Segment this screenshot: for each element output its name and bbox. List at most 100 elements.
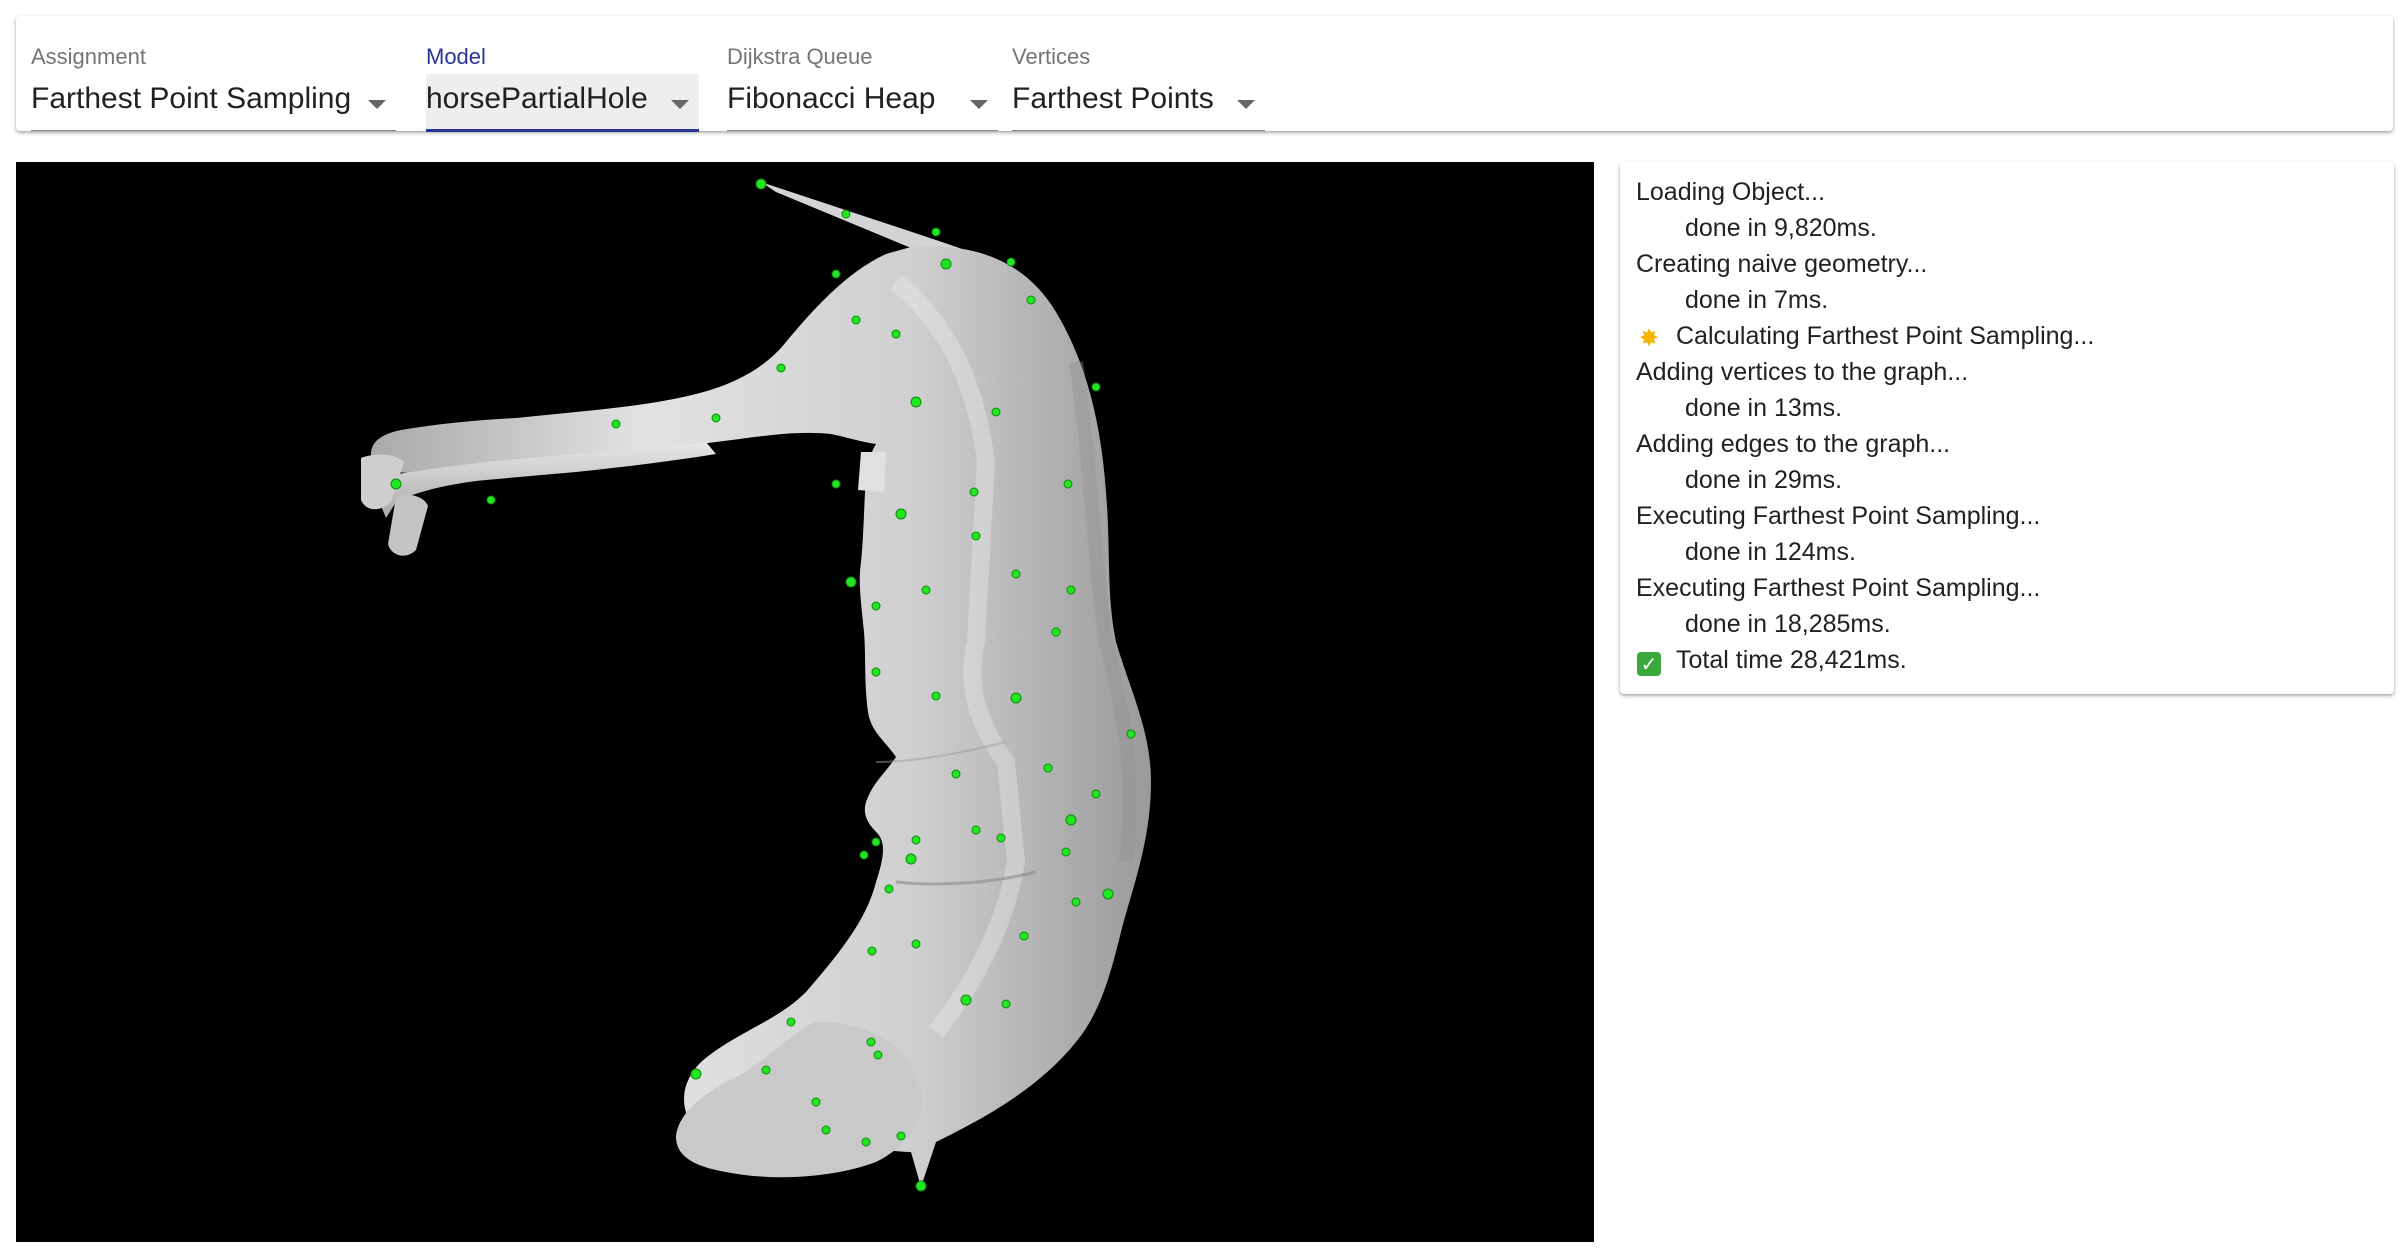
sample-point (895, 508, 907, 520)
chevron-down-icon[interactable] (368, 100, 386, 109)
log-line: done in 9,820ms. (1685, 214, 1877, 242)
sample-point (845, 576, 857, 588)
sample-point (1091, 789, 1101, 799)
log-line: Executing Farthest Point Sampling... (1636, 502, 2041, 530)
sample-point (1051, 627, 1061, 637)
log-line: done in 124ms. (1685, 538, 1856, 566)
log-line: ✓ Total time 28,421ms. (1636, 642, 1907, 678)
model-select[interactable]: Model horsePartialHole (426, 30, 699, 132)
sample-point (776, 363, 786, 373)
sample-point (871, 667, 881, 677)
log-line: done in 7ms. (1685, 286, 1829, 314)
sample-point (861, 1137, 871, 1147)
sample-point (831, 479, 841, 489)
sample-point (1091, 382, 1101, 392)
sample-point (867, 946, 877, 956)
sample-point (1061, 847, 1071, 857)
sample-point (873, 1050, 883, 1060)
sample-point (940, 258, 952, 270)
log-line: ✸ Calculating Farthest Point Sampling... (1636, 318, 2094, 354)
assignment-select[interactable]: Assignment Farthest Point Sampling (31, 30, 396, 131)
sample-point (690, 1068, 702, 1080)
vertices-value: Farthest Points (1012, 82, 1214, 115)
sample-point (911, 835, 921, 845)
horse-mesh (361, 182, 1151, 1187)
model-label: Model (426, 44, 486, 69)
log-line: done in 18,285ms. (1685, 610, 1891, 638)
sample-point (905, 853, 917, 865)
assignment-label: Assignment (31, 44, 146, 69)
sample-point (931, 691, 941, 701)
sample-point (866, 1037, 876, 1047)
sample-point (1043, 763, 1053, 773)
sample-point (1026, 295, 1036, 305)
sample-point (1001, 999, 1011, 1009)
sample-point (761, 1065, 771, 1075)
sample-point (931, 227, 941, 237)
vertices-select[interactable]: Vertices Farthest Points (1012, 30, 1265, 131)
sample-point (1066, 585, 1076, 595)
sample-point (1019, 931, 1029, 941)
sample-point (960, 994, 972, 1006)
assignment-underline (31, 130, 396, 131)
sample-point (921, 585, 931, 595)
toolbar: Assignment Farthest Point Sampling Model… (16, 16, 2393, 132)
dijkstra-queue-underline (727, 130, 998, 131)
sample-point (851, 315, 861, 325)
sample-point (871, 837, 881, 847)
mesh-head (676, 1022, 922, 1178)
sample-point (390, 478, 402, 490)
sample-point (1010, 692, 1022, 704)
chevron-down-icon[interactable] (671, 100, 689, 109)
log-panel: Loading Object... done in 9,820ms. Creat… (1620, 162, 2394, 694)
horse-mesh-render[interactable] (16, 162, 1594, 1242)
log-line: done in 13ms. (1685, 394, 1843, 422)
chevron-down-icon[interactable] (1237, 100, 1255, 109)
sample-point (786, 1017, 796, 1027)
sample-point (831, 269, 841, 279)
sample-point (486, 495, 496, 505)
dijkstra-queue-label: Dijkstra Queue (727, 44, 873, 69)
sample-point (859, 850, 869, 860)
sample-point (1011, 569, 1021, 579)
check-icon: ✓ (1636, 642, 1662, 678)
sample-point (971, 825, 981, 835)
sample-point (1063, 479, 1073, 489)
sample-point (1065, 814, 1077, 826)
sample-point (755, 178, 767, 190)
log-line: Adding edges to the graph... (1636, 430, 1951, 458)
sample-point (896, 1131, 906, 1141)
sample-point (969, 487, 979, 497)
chevron-down-icon[interactable] (970, 100, 988, 109)
sample-point (821, 1125, 831, 1135)
sample-point (884, 884, 894, 894)
vertices-underline (1012, 130, 1265, 131)
sample-point (891, 329, 901, 339)
log-line: Executing Farthest Point Sampling... (1636, 574, 2041, 602)
sample-point (1006, 257, 1016, 267)
dijkstra-queue-value: Fibonacci Heap (727, 82, 936, 115)
sample-point (811, 1097, 821, 1107)
log-line: Adding vertices to the graph... (1636, 358, 1969, 386)
3d-viewport[interactable] (16, 162, 1594, 1242)
sample-point (951, 769, 961, 779)
sample-point (711, 413, 721, 423)
log-line: Loading Object... (1636, 178, 1826, 206)
sample-point (1126, 729, 1136, 739)
sample-point (996, 833, 1006, 843)
assignment-value: Farthest Point Sampling (31, 82, 352, 115)
sample-point (911, 939, 921, 949)
sample-point (971, 531, 981, 541)
sample-point (1102, 888, 1114, 900)
sample-point (991, 407, 1001, 417)
dijkstra-queue-select[interactable]: Dijkstra Queue Fibonacci Heap (727, 30, 998, 131)
mesh-body (371, 246, 1151, 1187)
model-underline (426, 129, 699, 132)
sample-point (915, 1180, 927, 1192)
sample-point (841, 209, 851, 219)
sample-point (611, 419, 621, 429)
vertices-label: Vertices (1012, 44, 1091, 69)
sample-point (1071, 897, 1081, 907)
model-value: horsePartialHole (426, 82, 648, 115)
sparkle-icon: ✸ (1638, 324, 1660, 352)
